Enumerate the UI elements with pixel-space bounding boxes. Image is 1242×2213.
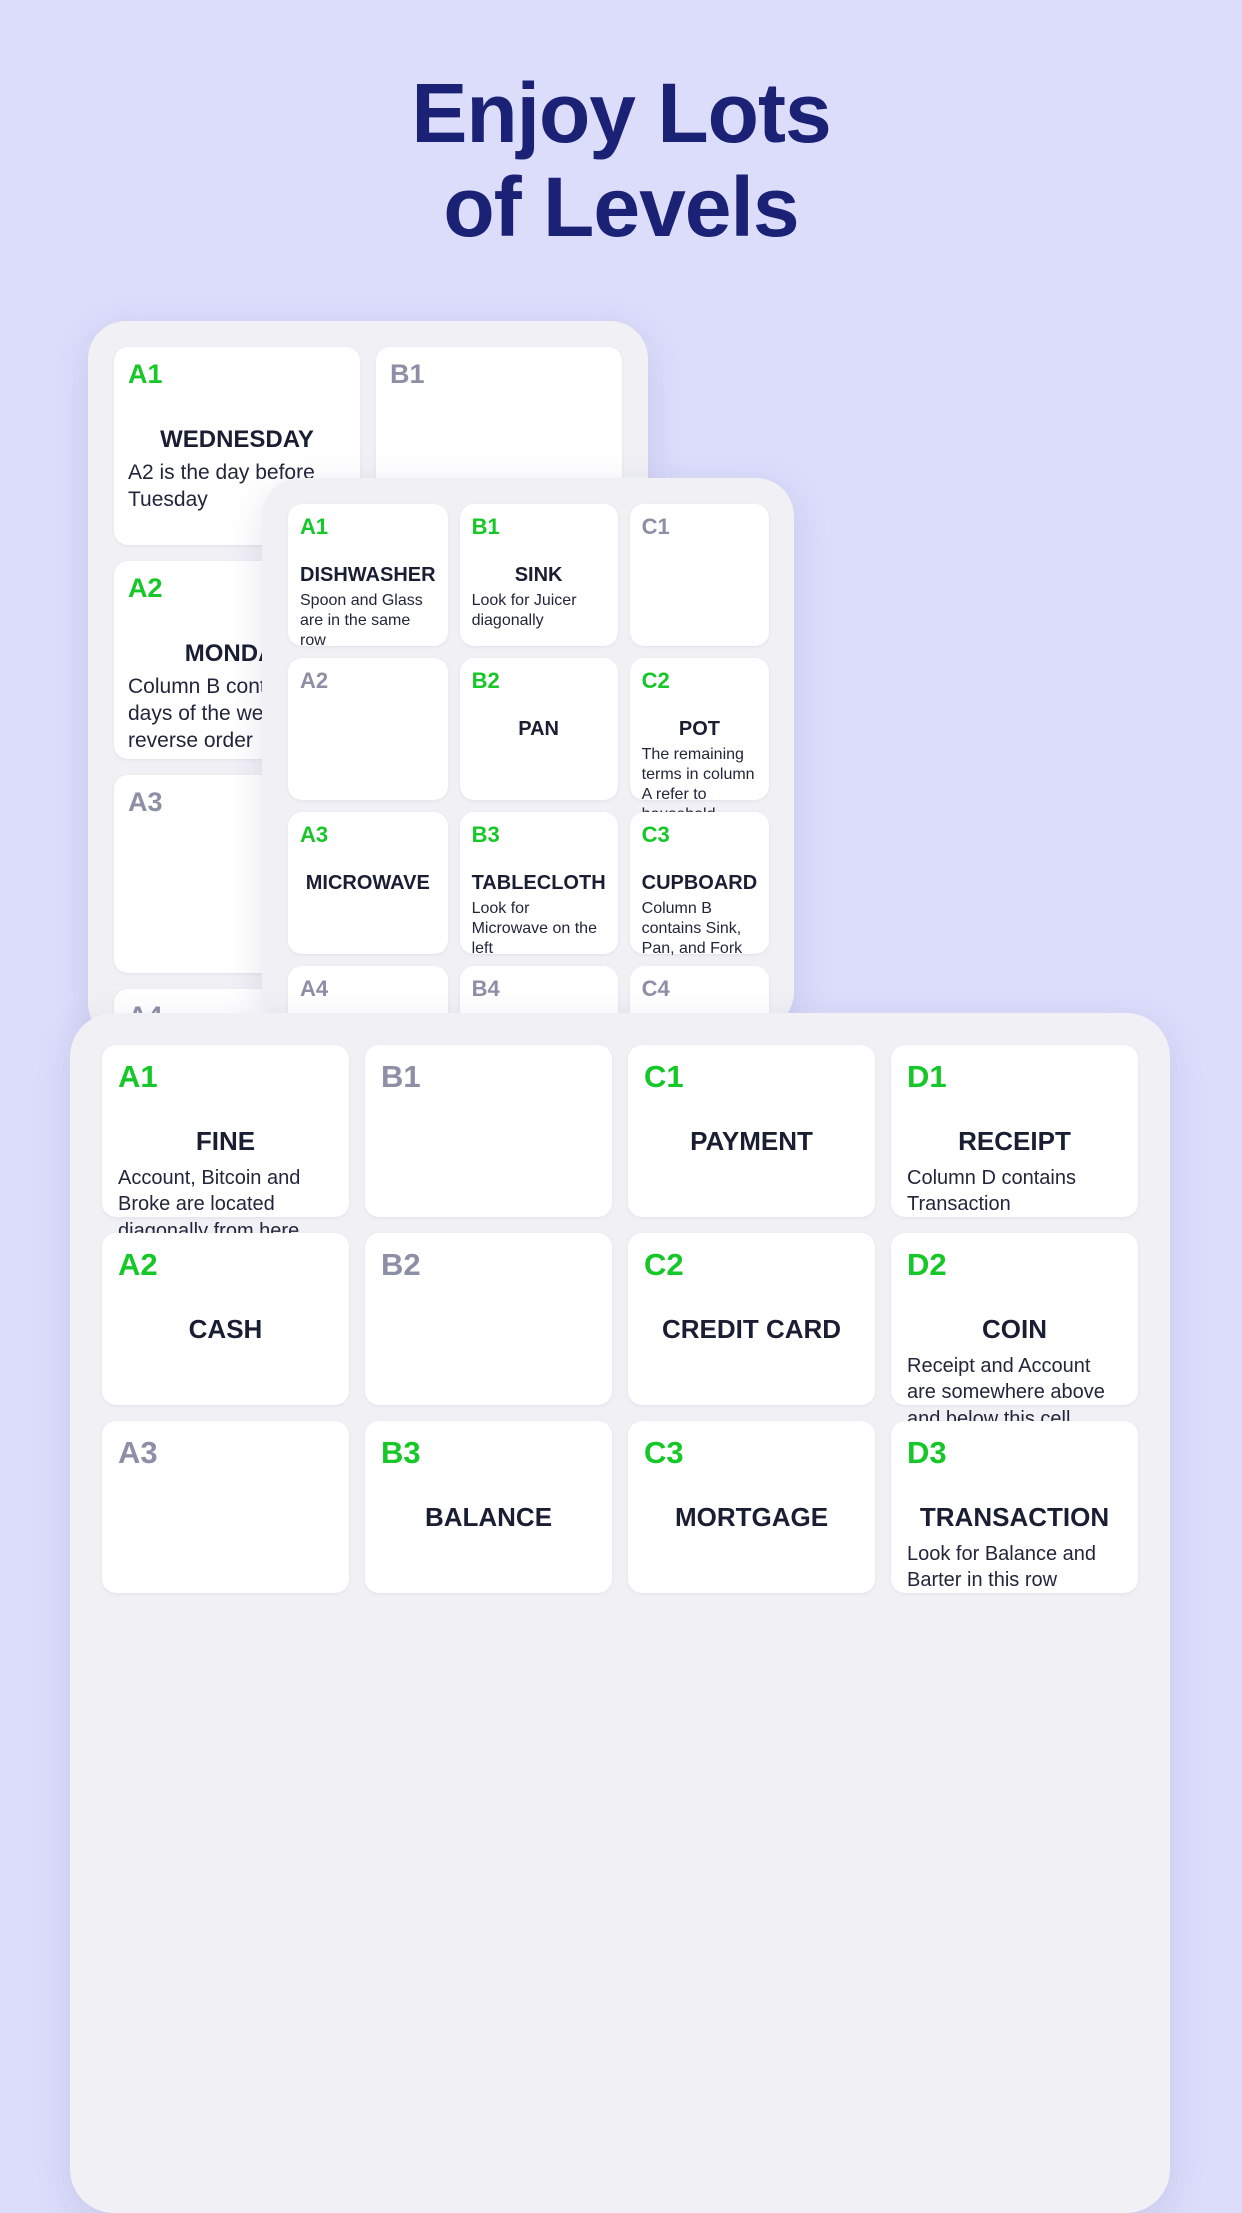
- puzzle-grid-kitchen: A1 DISHWASHER Spoon and Glass are in the s…: [288, 504, 770, 1030]
- cell-answer-word: DISHWASHER: [300, 564, 436, 586]
- cell-coordinate-label: A4: [300, 976, 329, 1001]
- cell-answer-word: TABLECLOTH: [471, 872, 606, 894]
- cell-hint-text: Column B contains Sink, Pan, and Fork: [641, 900, 743, 958]
- level-card-money[interactable]: A1 FINE Account, Bitcoin and Broke are loc…: [70, 1013, 1170, 2213]
- level-card-kitchen[interactable]: A1 DISHWASHER Spoon and Glass are in the s…: [262, 478, 794, 1030]
- cell-coordinate-label: B4: [471, 976, 500, 1001]
- puzzle-cell[interactable]: A2: [288, 658, 448, 800]
- puzzle-cell[interactable]: C3 MORTGAGE: [628, 1421, 875, 1593]
- cell-coordinate-label: C3: [644, 1435, 684, 1470]
- cell-answer-word: TRANSACTION: [919, 1502, 1110, 1532]
- cell-coordinate-label: B1: [390, 359, 425, 389]
- cell-coordinate-label: C1: [641, 514, 670, 539]
- puzzle-cell[interactable]: B1 SINK Look for Juicer diagonally: [459, 504, 618, 646]
- cell-coordinate-label: B2: [471, 668, 500, 693]
- cell-answer-word: PAN: [518, 718, 559, 740]
- puzzle-cell[interactable]: C2 CREDIT CARD: [628, 1233, 875, 1405]
- cell-coordinate-label: A1: [128, 359, 163, 389]
- cell-answer-word: BALANCE: [424, 1502, 553, 1532]
- cell-coordinate-label: A1: [118, 1059, 158, 1094]
- cell-answer-word: MORTGAGE: [674, 1502, 829, 1532]
- puzzle-cell[interactable]: B2 PAN: [459, 658, 618, 800]
- cell-answer-word: MICROWAVE: [305, 872, 430, 894]
- cell-coordinate-label: C2: [641, 668, 670, 693]
- puzzle-cell[interactable]: B1: [365, 1045, 612, 1217]
- cell-coordinate-label: D1: [907, 1059, 947, 1094]
- level-card-stack: A1 WEDNESDAY A2 is the day before Tuesday B…: [0, 0, 1242, 2213]
- cell-coordinate-label: A1: [300, 514, 329, 539]
- cell-coordinate-label: A2: [300, 668, 329, 693]
- puzzle-cell[interactable]: D1 RECEIPT Column D contains Transaction: [891, 1045, 1138, 1217]
- puzzle-cell[interactable]: B3 TABLECLOTH Look for Microwave on the le…: [459, 812, 618, 957]
- cell-coordinate-label: B3: [471, 822, 500, 847]
- cell-coordinate-label: C4: [641, 976, 670, 1001]
- cell-coordinate-label: D2: [907, 1247, 947, 1282]
- cell-hint-text: Spoon and Glass are in the same row: [300, 592, 423, 650]
- puzzle-cell[interactable]: D3 TRANSACTION Look for Balance and Barter…: [891, 1421, 1138, 1593]
- puzzle-cell[interactable]: A1 DISHWASHER Spoon and Glass are in the s…: [288, 504, 448, 649]
- cell-coordinate-label: B1: [381, 1059, 421, 1094]
- cell-hint-text: Column D contains Transaction: [907, 1167, 1076, 1216]
- cell-answer-word: COIN: [982, 1314, 1047, 1344]
- puzzle-cell[interactable]: C3 CUPBOARD Column B contains Sink, Pan, a…: [629, 812, 770, 957]
- cell-coordinate-label: B1: [471, 514, 500, 539]
- puzzle-cell[interactable]: B2: [365, 1233, 612, 1405]
- puzzle-cell[interactable]: A3: [102, 1421, 349, 1593]
- cell-coordinate-label: A2: [118, 1247, 158, 1282]
- cell-answer-word: FINE: [195, 1126, 256, 1156]
- cell-hint-text: Look for Microwave on the left: [471, 900, 597, 958]
- cell-answer-word: WEDNESDAY: [160, 426, 314, 453]
- cell-answer-word: RECEIPT: [958, 1126, 1071, 1156]
- cell-answer-word: SINK: [514, 564, 563, 586]
- puzzle-cell[interactable]: A1 FINE Account, Bitcoin and Broke are loc…: [102, 1045, 349, 1242]
- puzzle-cell[interactable]: C2 POT The remaining terms in column A ref…: [629, 658, 770, 844]
- cell-coordinate-label: A3: [118, 1435, 158, 1470]
- puzzle-cell[interactable]: D2 COIN Receipt and Account are somewhere …: [891, 1233, 1138, 1430]
- cell-answer-word: CUPBOARD: [641, 872, 758, 894]
- puzzle-cell[interactable]: C1: [629, 504, 770, 646]
- puzzle-cell[interactable]: B3 BALANCE: [365, 1421, 612, 1593]
- cell-coordinate-label: C2: [644, 1247, 684, 1282]
- cell-hint-text: Look for Balance and Barter in this row: [907, 1543, 1097, 1592]
- puzzle-cell[interactable]: C1 PAYMENT: [628, 1045, 875, 1217]
- cell-hint-text: Look for Juicer diagonally: [471, 592, 577, 630]
- puzzle-cell[interactable]: A3 MICROWAVE: [288, 812, 448, 954]
- cell-coordinate-label: B3: [381, 1435, 421, 1470]
- cell-answer-word: CREDIT CARD: [661, 1314, 842, 1344]
- cell-answer-word: PAYMENT: [690, 1126, 813, 1156]
- cell-coordinate-label: B2: [381, 1247, 421, 1282]
- cell-coordinate-label: A3: [300, 822, 329, 847]
- puzzle-cell[interactable]: A2 CASH: [102, 1233, 349, 1405]
- cell-coordinate-label: C1: [644, 1059, 684, 1094]
- cell-coordinate-label: C3: [641, 822, 670, 847]
- cell-coordinate-label: D3: [907, 1435, 947, 1470]
- puzzle-grid-money: A1 FINE Account, Bitcoin and Broke are loc…: [102, 1045, 1138, 1593]
- cell-answer-word: POT: [678, 718, 720, 740]
- cell-answer-word: CASH: [188, 1314, 263, 1344]
